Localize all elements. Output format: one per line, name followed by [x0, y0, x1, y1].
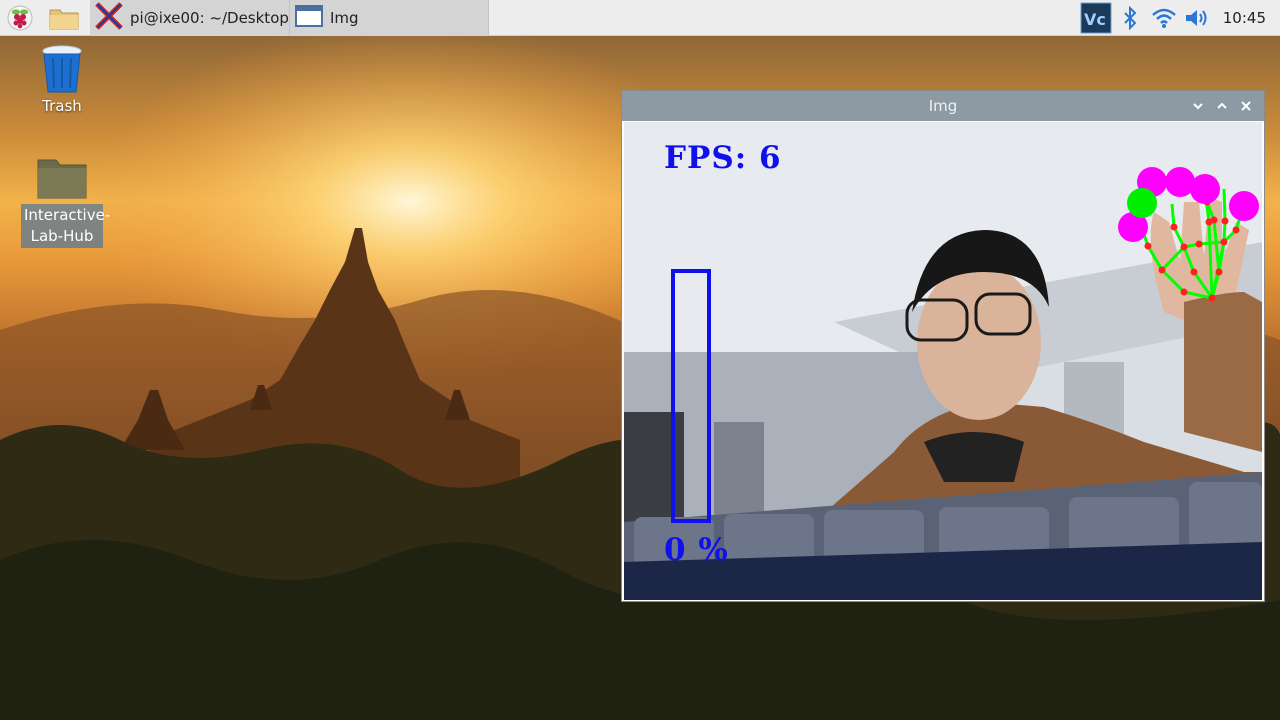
raspberry-menu-icon[interactable] [4, 2, 36, 34]
fingertip-marker [1229, 191, 1259, 221]
img-window: Img FPS: 6 0 % [621, 90, 1265, 602]
vnc-icon[interactable]: Vc [1079, 0, 1113, 36]
window-icon [294, 3, 324, 33]
thumb-tip-marker [1127, 188, 1157, 218]
clock[interactable]: 10:45 [1215, 9, 1280, 27]
folder-icon [20, 156, 104, 204]
window-title: Img [928, 97, 958, 115]
desktop-icon-label: Interactive-Lab-Hub [21, 204, 110, 248]
folder-icon[interactable] [48, 2, 80, 34]
taskbar: pi@ixe00: ~/Desktop... Img Vc 10:45 [0, 0, 1280, 36]
fingertip-marker [1190, 174, 1220, 204]
x-terminal-icon [94, 1, 124, 35]
bluetooth-icon[interactable] [1113, 0, 1147, 36]
camera-feed: FPS: 6 0 % [624, 122, 1262, 600]
close-button[interactable] [1234, 94, 1258, 118]
desktop-icon-label: Trash [42, 97, 82, 115]
volume-icon[interactable] [1181, 0, 1215, 36]
task-label: pi@ixe00: ~/Desktop... [130, 8, 290, 27]
minimize-button[interactable] [1186, 94, 1210, 118]
window-controls [1186, 91, 1258, 121]
trash-icon [20, 44, 104, 96]
maximize-button[interactable] [1210, 94, 1234, 118]
hand-landmarks [1118, 167, 1259, 302]
wifi-icon[interactable] [1147, 0, 1181, 36]
system-tray: Vc 10:45 [1079, 0, 1280, 36]
window-titlebar[interactable]: Img [622, 91, 1264, 121]
task-label: Img [330, 8, 359, 27]
desktop-icon-interactive-lab-hub[interactable]: Interactive-Lab-Hub [20, 156, 110, 248]
task-img[interactable]: Img [290, 0, 489, 36]
svg-text:Vc: Vc [1084, 10, 1106, 29]
task-terminal[interactable]: pi@ixe00: ~/Desktop... [90, 0, 290, 36]
desktop-icon-trash[interactable]: Trash [20, 44, 104, 117]
